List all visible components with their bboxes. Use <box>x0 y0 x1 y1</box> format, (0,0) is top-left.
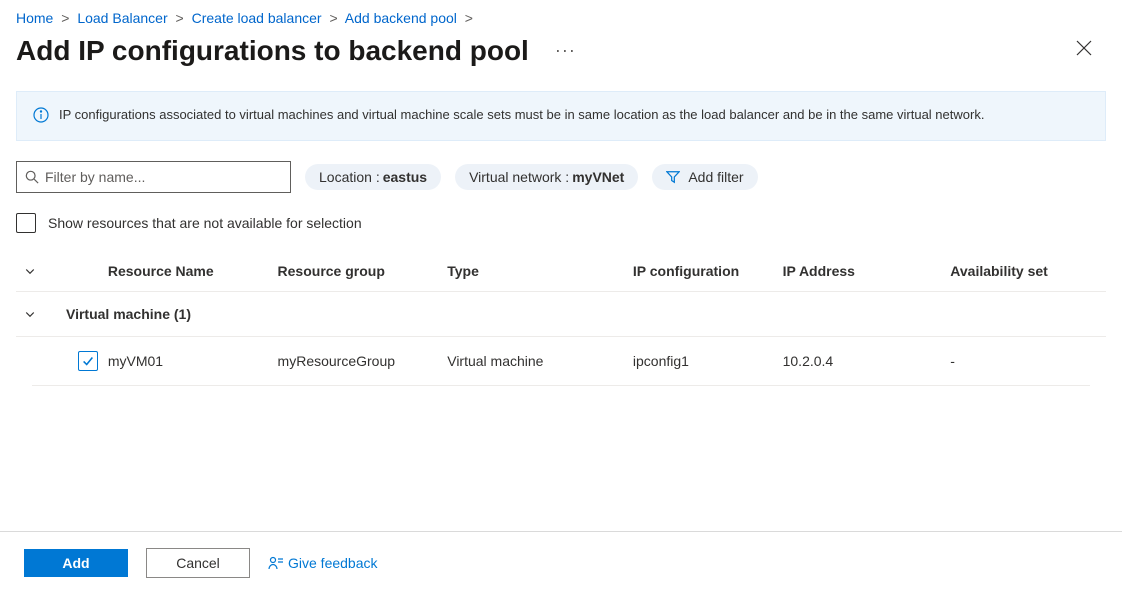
footer-bar: Add Cancel Give feedback <box>0 531 1122 594</box>
feedback-icon <box>268 555 284 571</box>
table-bottom-border <box>32 385 1090 386</box>
header-availability-set[interactable]: Availability set <box>950 263 1098 279</box>
info-banner: IP configurations associated to virtual … <box>16 91 1106 141</box>
more-actions-button[interactable]: ··· <box>551 36 580 65</box>
header-ip-address[interactable]: IP Address <box>783 263 951 279</box>
group-expand-chevron[interactable] <box>24 308 66 320</box>
header-resource-group[interactable]: Resource group <box>278 263 448 279</box>
filter-vnet-value: myVNet <box>572 169 624 185</box>
page-title: Add IP configurations to backend pool <box>16 35 529 67</box>
page-header: Add IP configurations to backend pool ··… <box>0 26 1122 85</box>
close-icon <box>1076 40 1092 56</box>
cell-availability-set: - <box>950 353 1098 369</box>
resource-table: Resource Name Resource group Type IP con… <box>0 251 1122 386</box>
add-filter-label: Add filter <box>688 169 743 185</box>
filter-by-name-input[interactable] <box>45 169 282 185</box>
show-unavailable-row: Show resources that are not available fo… <box>0 199 1122 251</box>
filter-icon <box>666 170 680 184</box>
search-icon <box>25 170 39 184</box>
breadcrumb-loadbalancer[interactable]: Load Balancer <box>77 10 167 26</box>
header-resource-name[interactable]: Resource Name <box>108 263 278 279</box>
give-feedback-label: Give feedback <box>288 555 378 571</box>
filter-by-name-box[interactable] <box>16 161 291 193</box>
table-row[interactable]: myVM01 myResourceGroup Virtual machine i… <box>16 336 1106 385</box>
show-unavailable-checkbox[interactable] <box>16 213 36 233</box>
add-filter-button[interactable]: Add filter <box>652 164 757 190</box>
cell-resource-group: myResourceGroup <box>278 353 448 369</box>
show-unavailable-label: Show resources that are not available fo… <box>48 215 362 231</box>
close-button[interactable] <box>1070 34 1098 67</box>
filter-pill-vnet[interactable]: Virtual network : myVNet <box>455 164 638 190</box>
cancel-button[interactable]: Cancel <box>146 548 250 578</box>
filter-location-label: Location : <box>319 169 380 185</box>
breadcrumb-create-lb[interactable]: Create load balancer <box>192 10 322 26</box>
filter-location-value: eastus <box>383 169 427 185</box>
cell-type: Virtual machine <box>447 353 633 369</box>
table-header-row: Resource Name Resource group Type IP con… <box>16 251 1106 291</box>
header-ip-configuration[interactable]: IP configuration <box>633 263 783 279</box>
group-row-virtual-machine: Virtual machine (1) <box>16 291 1106 336</box>
breadcrumb-sep: > <box>329 10 337 26</box>
breadcrumb-add-backend-pool[interactable]: Add backend pool <box>345 10 457 26</box>
chevron-down-icon <box>24 308 36 320</box>
checkmark-icon <box>81 354 95 368</box>
filter-pill-location[interactable]: Location : eastus <box>305 164 441 190</box>
breadcrumb-home[interactable]: Home <box>16 10 53 26</box>
row-checkbox[interactable] <box>78 351 98 371</box>
cell-resource-name: myVM01 <box>108 353 278 369</box>
info-icon <box>33 107 49 126</box>
cell-ip-address: 10.2.0.4 <box>783 353 951 369</box>
chevron-down-icon <box>24 265 36 277</box>
expand-all-chevron[interactable] <box>24 265 66 277</box>
give-feedback-link[interactable]: Give feedback <box>268 555 378 571</box>
group-label: Virtual machine (1) <box>66 306 191 322</box>
filter-vnet-label: Virtual network : <box>469 169 569 185</box>
breadcrumb-sep: > <box>465 10 473 26</box>
filter-row: Location : eastus Virtual network : myVN… <box>0 155 1122 199</box>
add-button[interactable]: Add <box>24 549 128 577</box>
cell-ip-configuration: ipconfig1 <box>633 353 783 369</box>
breadcrumb: Home > Load Balancer > Create load balan… <box>0 0 1122 26</box>
header-type[interactable]: Type <box>447 263 633 279</box>
breadcrumb-sep: > <box>61 10 69 26</box>
info-text: IP configurations associated to virtual … <box>59 106 984 124</box>
breadcrumb-sep: > <box>176 10 184 26</box>
